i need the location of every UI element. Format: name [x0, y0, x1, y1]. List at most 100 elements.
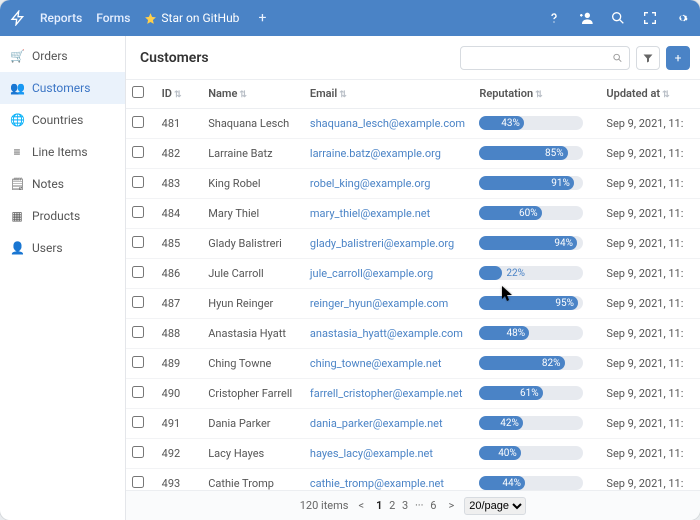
table-row[interactable]: 487Hyun Reingerreinger_hyun@example.com9… [126, 288, 700, 318]
col-id[interactable]: ID⇅ [156, 80, 203, 108]
search-icon[interactable] [610, 10, 626, 26]
gear-icon[interactable] [674, 10, 690, 26]
cell-email[interactable]: mary_thiel@example.net [310, 207, 430, 220]
cell-updated: Sep 9, 2021, 11: [600, 318, 700, 348]
reputation-bar: 44% [479, 476, 583, 490]
row-checkbox[interactable] [132, 116, 144, 128]
pager-next[interactable]: > [446, 499, 456, 512]
row-checkbox[interactable] [132, 416, 144, 428]
pager-page-6[interactable]: 6 [428, 499, 438, 512]
pager-page-1[interactable]: 1 [374, 499, 384, 512]
filter-button[interactable] [636, 46, 660, 70]
cell-email[interactable]: glady_balistreri@example.org [310, 237, 454, 250]
sidebar-item-label: Users [32, 241, 63, 255]
star-on-github-label: Star on GitHub [161, 11, 239, 25]
cell-id: 490 [156, 378, 203, 408]
row-checkbox[interactable] [132, 446, 144, 458]
row-checkbox[interactable] [132, 146, 144, 158]
reputation-value: 95% [555, 296, 574, 310]
table-row[interactable]: 489Ching Towneching_towne@example.net82%… [126, 348, 700, 378]
row-checkbox[interactable] [132, 176, 144, 188]
col-email[interactable]: Email⇅ [304, 80, 473, 108]
add-user-icon[interactable] [578, 10, 594, 26]
cell-email[interactable]: reinger_hyun@example.com [310, 297, 448, 310]
row-checkbox[interactable] [132, 266, 144, 278]
sidebar-item-users[interactable]: 👤Users [0, 232, 125, 264]
sidebar-item-label: Orders [32, 49, 68, 63]
table-row[interactable]: 492Lacy Hayeshayes_lacy@example.net40%Se… [126, 438, 700, 468]
table-row[interactable]: 488Anastasia Hyattanastasia_hyatt@exampl… [126, 318, 700, 348]
cell-name: Larraine Batz [202, 138, 304, 168]
reputation-bar: 43% [479, 116, 583, 130]
cell-email[interactable]: larraine.batz@example.org [310, 147, 441, 160]
cell-email[interactable]: dania_parker@example.net [310, 417, 443, 430]
table-row[interactable]: 486Jule Carrolljule_carroll@example.org2… [126, 258, 700, 288]
cell-email[interactable]: jule_carroll@example.org [310, 267, 433, 280]
cell-updated: Sep 9, 2021, 11: [600, 108, 700, 138]
col-updated[interactable]: Updated at⇅ [600, 80, 700, 108]
sidebar-item-customers[interactable]: 👥Customers [0, 72, 125, 104]
search-icon [612, 52, 623, 64]
cell-name: Cathie Tromp [202, 468, 304, 490]
search-input[interactable] [460, 46, 630, 70]
cell-email[interactable]: hayes_lacy@example.net [310, 447, 433, 460]
table-row[interactable]: 491Dania Parkerdania_parker@example.net4… [126, 408, 700, 438]
globe-icon: 🌐 [10, 113, 24, 127]
cell-email[interactable]: shaquana_lesch@example.com [310, 117, 465, 130]
row-checkbox[interactable] [132, 296, 144, 308]
cell-email[interactable]: ching_towne@example.net [310, 357, 442, 370]
sidebar-item-notes[interactable]: 🗒Notes [0, 168, 125, 200]
table-row[interactable]: 490Cristopher Farrellfarrell_cristopher@… [126, 378, 700, 408]
table-row[interactable]: 485Glady Balistreriglady_balistreri@exam… [126, 228, 700, 258]
table-row[interactable]: 484Mary Thielmary_thiel@example.net60%Se… [126, 198, 700, 228]
star-on-github[interactable]: Star on GitHub [144, 11, 239, 25]
cell-updated: Sep 9, 2021, 11: [600, 468, 700, 490]
fullscreen-icon[interactable] [642, 10, 658, 26]
sidebar-item-label: Customers [32, 81, 90, 95]
topnav-reports[interactable]: Reports [40, 11, 82, 25]
row-checkbox[interactable] [132, 236, 144, 248]
pager-total: 120 items [300, 499, 349, 512]
col-name[interactable]: Name⇅ [202, 80, 304, 108]
select-all-checkbox[interactable] [132, 86, 144, 98]
help-icon[interactable] [546, 10, 562, 26]
pager-page-2[interactable]: 2 [387, 499, 397, 512]
row-checkbox[interactable] [132, 476, 144, 488]
cell-id: 493 [156, 468, 203, 490]
page-size-select[interactable]: 20/page [464, 497, 526, 515]
cell-updated: Sep 9, 2021, 11: [600, 138, 700, 168]
table-row[interactable]: 481Shaquana Leschshaquana_lesch@example.… [126, 108, 700, 138]
row-checkbox[interactable] [132, 326, 144, 338]
cell-email[interactable]: robel_king@example.org [310, 177, 431, 190]
table-row[interactable]: 483King Robelrobel_king@example.org91%Se… [126, 168, 700, 198]
sidebar-item-line-items[interactable]: ≡Line Items [0, 136, 125, 168]
reputation-bar: 60% [479, 206, 583, 220]
add-tab-button[interactable]: + [253, 9, 271, 27]
logo-icon[interactable] [10, 10, 26, 26]
product-icon: ▦ [10, 209, 24, 223]
pager-page-3[interactable]: 3 [400, 499, 410, 512]
add-button[interactable]: + [666, 46, 690, 70]
row-checkbox[interactable] [132, 206, 144, 218]
row-checkbox[interactable] [132, 356, 144, 368]
topnav-forms[interactable]: Forms [96, 11, 130, 25]
reputation-bar: 48% [479, 326, 583, 340]
sidebar-item-orders[interactable]: 🛒Orders [0, 40, 125, 72]
cell-id: 489 [156, 348, 203, 378]
col-reputation[interactable]: Reputation⇅ [473, 80, 600, 108]
table-row[interactable]: 482Larraine Batzlarraine.batz@example.or… [126, 138, 700, 168]
cell-email[interactable]: cathie_tromp@example.net [310, 477, 444, 490]
cell-name: Anastasia Hyatt [202, 318, 304, 348]
reputation-value: 42% [500, 416, 519, 430]
sidebar-item-products[interactable]: ▦Products [0, 200, 125, 232]
reputation-value: 43% [501, 116, 520, 130]
sidebar-item-countries[interactable]: 🌐Countries [0, 104, 125, 136]
cell-name: Dania Parker [202, 408, 304, 438]
cell-email[interactable]: anastasia_hyatt@example.com [310, 327, 463, 340]
cell-email[interactable]: farrell_cristopher@example.net [310, 387, 463, 400]
pager-prev[interactable]: < [356, 499, 366, 512]
reputation-bar: 40% [479, 446, 583, 460]
cell-name: Shaquana Lesch [202, 108, 304, 138]
table-row[interactable]: 493Cathie Tromp cathie_tromp@example.net 4… [126, 468, 700, 490]
row-checkbox[interactable] [132, 386, 144, 398]
